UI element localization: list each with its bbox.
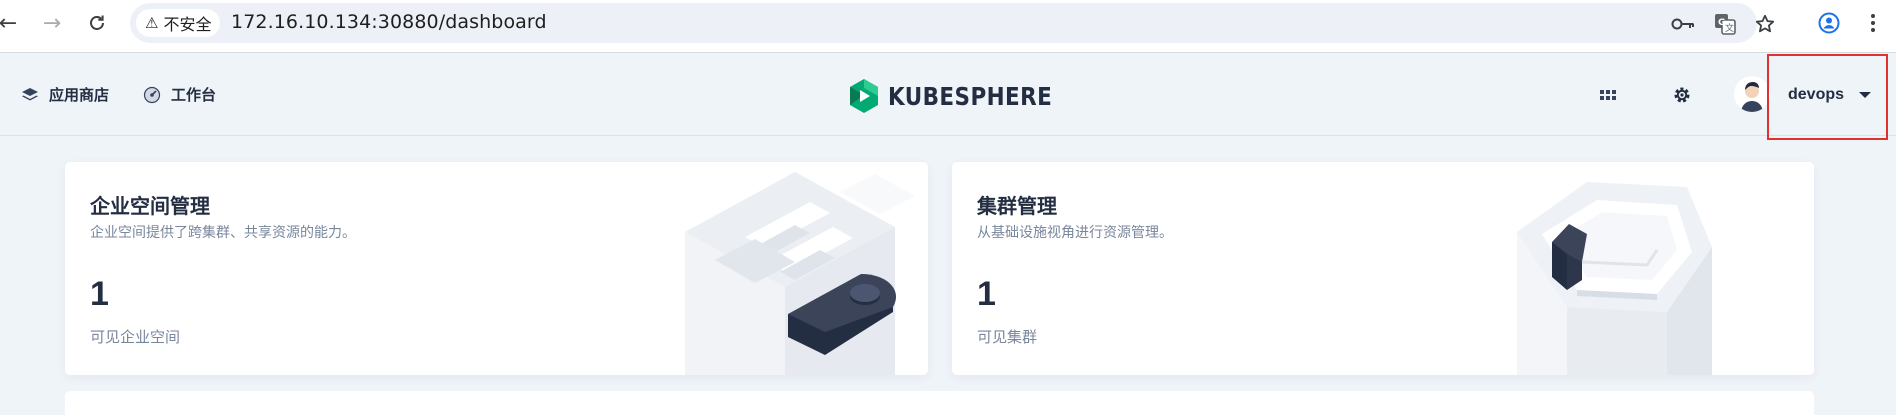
card-count: 1 — [90, 275, 109, 313]
apps-grid-icon[interactable] — [1596, 83, 1620, 107]
card-description: 企业空间提供了跨集群、共享资源的能力。 — [90, 224, 356, 240]
password-key-icon[interactable] — [1671, 12, 1695, 36]
card-count-label: 可见集群 — [977, 329, 1038, 346]
forward-icon[interactable]: → — [40, 10, 64, 36]
card-count-label: 可见企业空间 — [90, 329, 181, 346]
cluster-card[interactable]: 集群管理 从基础设施视角进行资源管理。 1 可见集群 — [952, 162, 1814, 375]
svg-text:文: 文 — [1725, 22, 1734, 34]
workbench-link[interactable]: 工作台 — [143, 84, 216, 105]
browser-toolbar: ← → ⚠ 不安全 172.16.10.134:30880/dashboard … — [0, 0, 1896, 53]
translate-icon[interactable]: G文 — [1713, 12, 1737, 36]
chevron-down-icon[interactable] — [1859, 92, 1871, 98]
url-text[interactable]: 172.16.10.134:30880/dashboard — [231, 11, 547, 33]
warning-icon: ⚠ — [145, 14, 159, 32]
app-store-link[interactable]: 应用商店 — [21, 84, 109, 105]
workbench-label: 工作台 — [171, 87, 217, 104]
layers-icon — [22, 87, 38, 100]
username[interactable]: devops — [1788, 86, 1844, 104]
kubesphere-logo[interactable]: KUBESPHERE — [848, 78, 1079, 114]
gear-icon[interactable] — [1670, 83, 1694, 107]
card-description: 从基础设施视角进行资源管理。 — [977, 224, 1173, 240]
logo-text: KUBESPHERE — [888, 81, 1053, 111]
workspace-card[interactable]: 企业空间管理 企业空间提供了跨集群、共享资源的能力。 1 可见企业空间 — [65, 162, 928, 375]
cluster-illustration — [1507, 162, 1767, 375]
address-bar[interactable]: ⚠ 不安全 172.16.10.134:30880/dashboard G文 — [130, 3, 1775, 43]
reload-icon[interactable] — [85, 10, 109, 36]
dashboard-icon — [143, 86, 161, 103]
app-header: 应用商店 工作台 KUBESPHERE devops — [0, 54, 1896, 140]
security-chip[interactable]: ⚠ 不安全 — [136, 9, 221, 37]
bookmark-star-icon[interactable] — [1753, 12, 1777, 36]
kubesphere-logo-icon — [850, 79, 878, 113]
workspace-illustration — [625, 162, 928, 375]
app-store-label: 应用商店 — [49, 87, 110, 104]
card-count: 1 — [977, 275, 996, 313]
card-title: 企业空间管理 — [90, 196, 210, 218]
avatar[interactable] — [1734, 76, 1770, 112]
bottom-panel — [65, 391, 1814, 415]
card-title: 集群管理 — [977, 196, 1057, 218]
browser-menu-icon[interactable] — [1860, 10, 1886, 36]
back-icon[interactable]: ← — [0, 10, 20, 36]
profile-icon[interactable] — [1816, 10, 1842, 36]
security-label: 不安全 — [163, 15, 212, 34]
